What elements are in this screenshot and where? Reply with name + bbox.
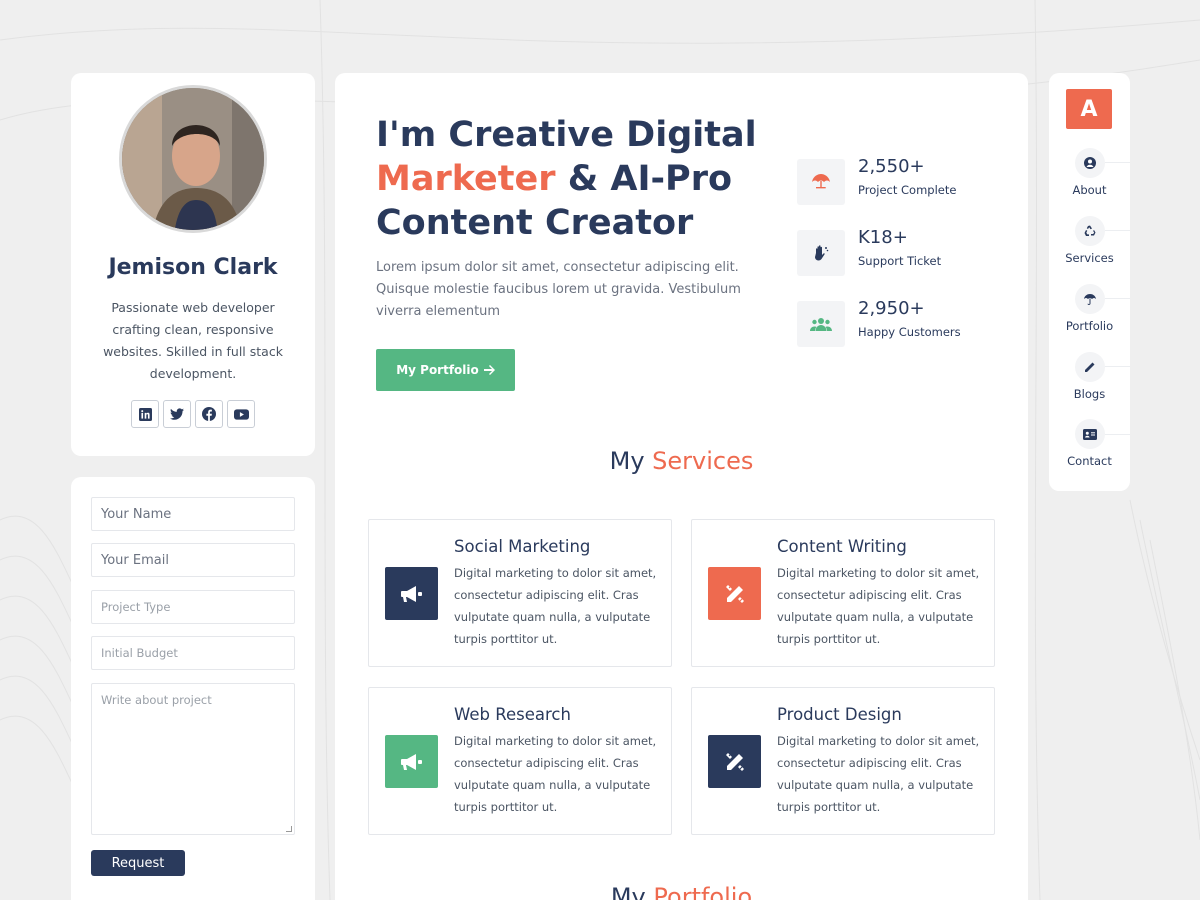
stat-label: Project Complete [858,183,957,197]
request-button[interactable]: Request [91,850,185,876]
service-description: Digital marketing to dolor sit amet, con… [454,566,657,646]
stat-value: 2,550+ [858,156,925,177]
id-card-icon [1074,419,1105,449]
hero-description: Lorem ipsum dolor sit amet, consectetur … [376,260,741,319]
profile-bio: Passionate web developer crafting clean,… [103,300,283,381]
project-type-field[interactable]: Project Type [91,590,295,624]
user-icon [1074,148,1105,178]
service-title: Web Research [454,705,571,724]
service-title: Social Marketing [454,537,591,556]
linkedin-icon[interactable] [131,400,159,428]
social-links [131,400,255,428]
hero-title-accent: Marketer [376,159,556,199]
email-field[interactable]: Your Email [91,543,295,577]
hand-icon [797,230,845,276]
services-heading-accent: Services [652,447,754,475]
nav-label: Blogs [1073,387,1106,401]
avatar [119,85,267,233]
service-card-social-marketing[interactable]: Social Marketing Digital marketing to do… [368,519,672,667]
project-request-form: Your Name Your Email Project Type Initia… [71,477,315,900]
facebook-icon[interactable] [195,400,223,428]
twitter-icon[interactable] [163,400,191,428]
nav-label: About [1072,183,1107,197]
service-description: Digital marketing to dolor sit amet, con… [777,734,980,814]
side-navigation: A About Services Portfolio Blogs Contact [1049,73,1130,491]
recycle-icon [1074,216,1105,246]
hero-title-line3: Content Creator [376,203,694,243]
megaphone-icon [385,567,438,620]
umbrella-icon [797,159,845,205]
services-heading-prefix: My [609,447,645,475]
services-heading: My Services [335,447,1028,475]
stat-projects: 2,550+ Project Complete [797,156,1017,207]
stat-customers: 2,950+ Happy Customers [797,298,1017,349]
users-icon [797,301,845,347]
pencil-icon [1074,352,1105,382]
pencil-ruler-icon [708,567,761,620]
nav-item-contact[interactable]: Contact [1049,419,1130,468]
service-description: Digital marketing to dolor sit amet, con… [454,734,657,814]
nav-label: Portfolio [1065,319,1114,333]
service-description: Digital marketing to dolor sit amet, con… [777,566,980,646]
my-portfolio-button[interactable]: My Portfolio [376,349,515,391]
nav-item-about[interactable]: About [1049,148,1130,197]
megaphone-icon [385,735,438,788]
stat-value: 2,950+ [858,298,925,319]
service-card-content-writing[interactable]: Content Writing Digital marketing to dol… [691,519,995,667]
budget-field[interactable]: Initial Budget [91,636,295,670]
profile-name: Jemison Clark [108,255,278,280]
service-card-product-design[interactable]: Product Design Digital marketing to dolo… [691,687,995,835]
nav-item-services[interactable]: Services [1049,216,1130,265]
logo-letter: A [1080,96,1098,122]
umbrella-icon [1074,284,1105,314]
name-field[interactable]: Your Name [91,497,295,531]
nav-label: Services [1065,251,1114,265]
portfolio-heading: My Portfolio [335,883,1028,900]
hero-title-line1: I'm Creative Digital [376,115,757,155]
pencil-ruler-icon [708,735,761,788]
message-textarea[interactable]: Write about project [91,683,295,835]
stat-value: K18+ [858,227,908,248]
resize-handle[interactable] [286,826,292,832]
youtube-icon[interactable] [227,400,255,428]
portfolio-heading-accent: Portfolio [653,883,753,900]
arrow-right-icon [483,365,495,375]
nav-label: Contact [1067,454,1112,468]
portfolio-button-label: My Portfolio [396,363,479,377]
portfolio-heading-prefix: My [610,883,646,900]
nav-item-portfolio[interactable]: Portfolio [1049,284,1130,333]
stat-tickets: K18+ Support Ticket [797,227,1017,278]
stat-label: Support Ticket [858,254,942,268]
service-title: Product Design [777,705,902,724]
service-card-web-research[interactable]: Web Research Digital marketing to dolor … [368,687,672,835]
hero-title: I'm Creative Digital Marketer & AI-Pro C… [376,113,776,245]
hero-title-line2: & AI-Pro [555,159,733,199]
stat-label: Happy Customers [858,325,961,339]
main-content: I'm Creative Digital Marketer & AI-Pro C… [335,73,1028,900]
profile-card: Jemison Clark Passionate web developer c… [71,73,315,456]
message-placeholder: Write about project [101,693,212,707]
service-title: Content Writing [777,537,907,556]
logo[interactable]: A [1066,89,1112,129]
nav-item-blogs[interactable]: Blogs [1049,352,1130,401]
